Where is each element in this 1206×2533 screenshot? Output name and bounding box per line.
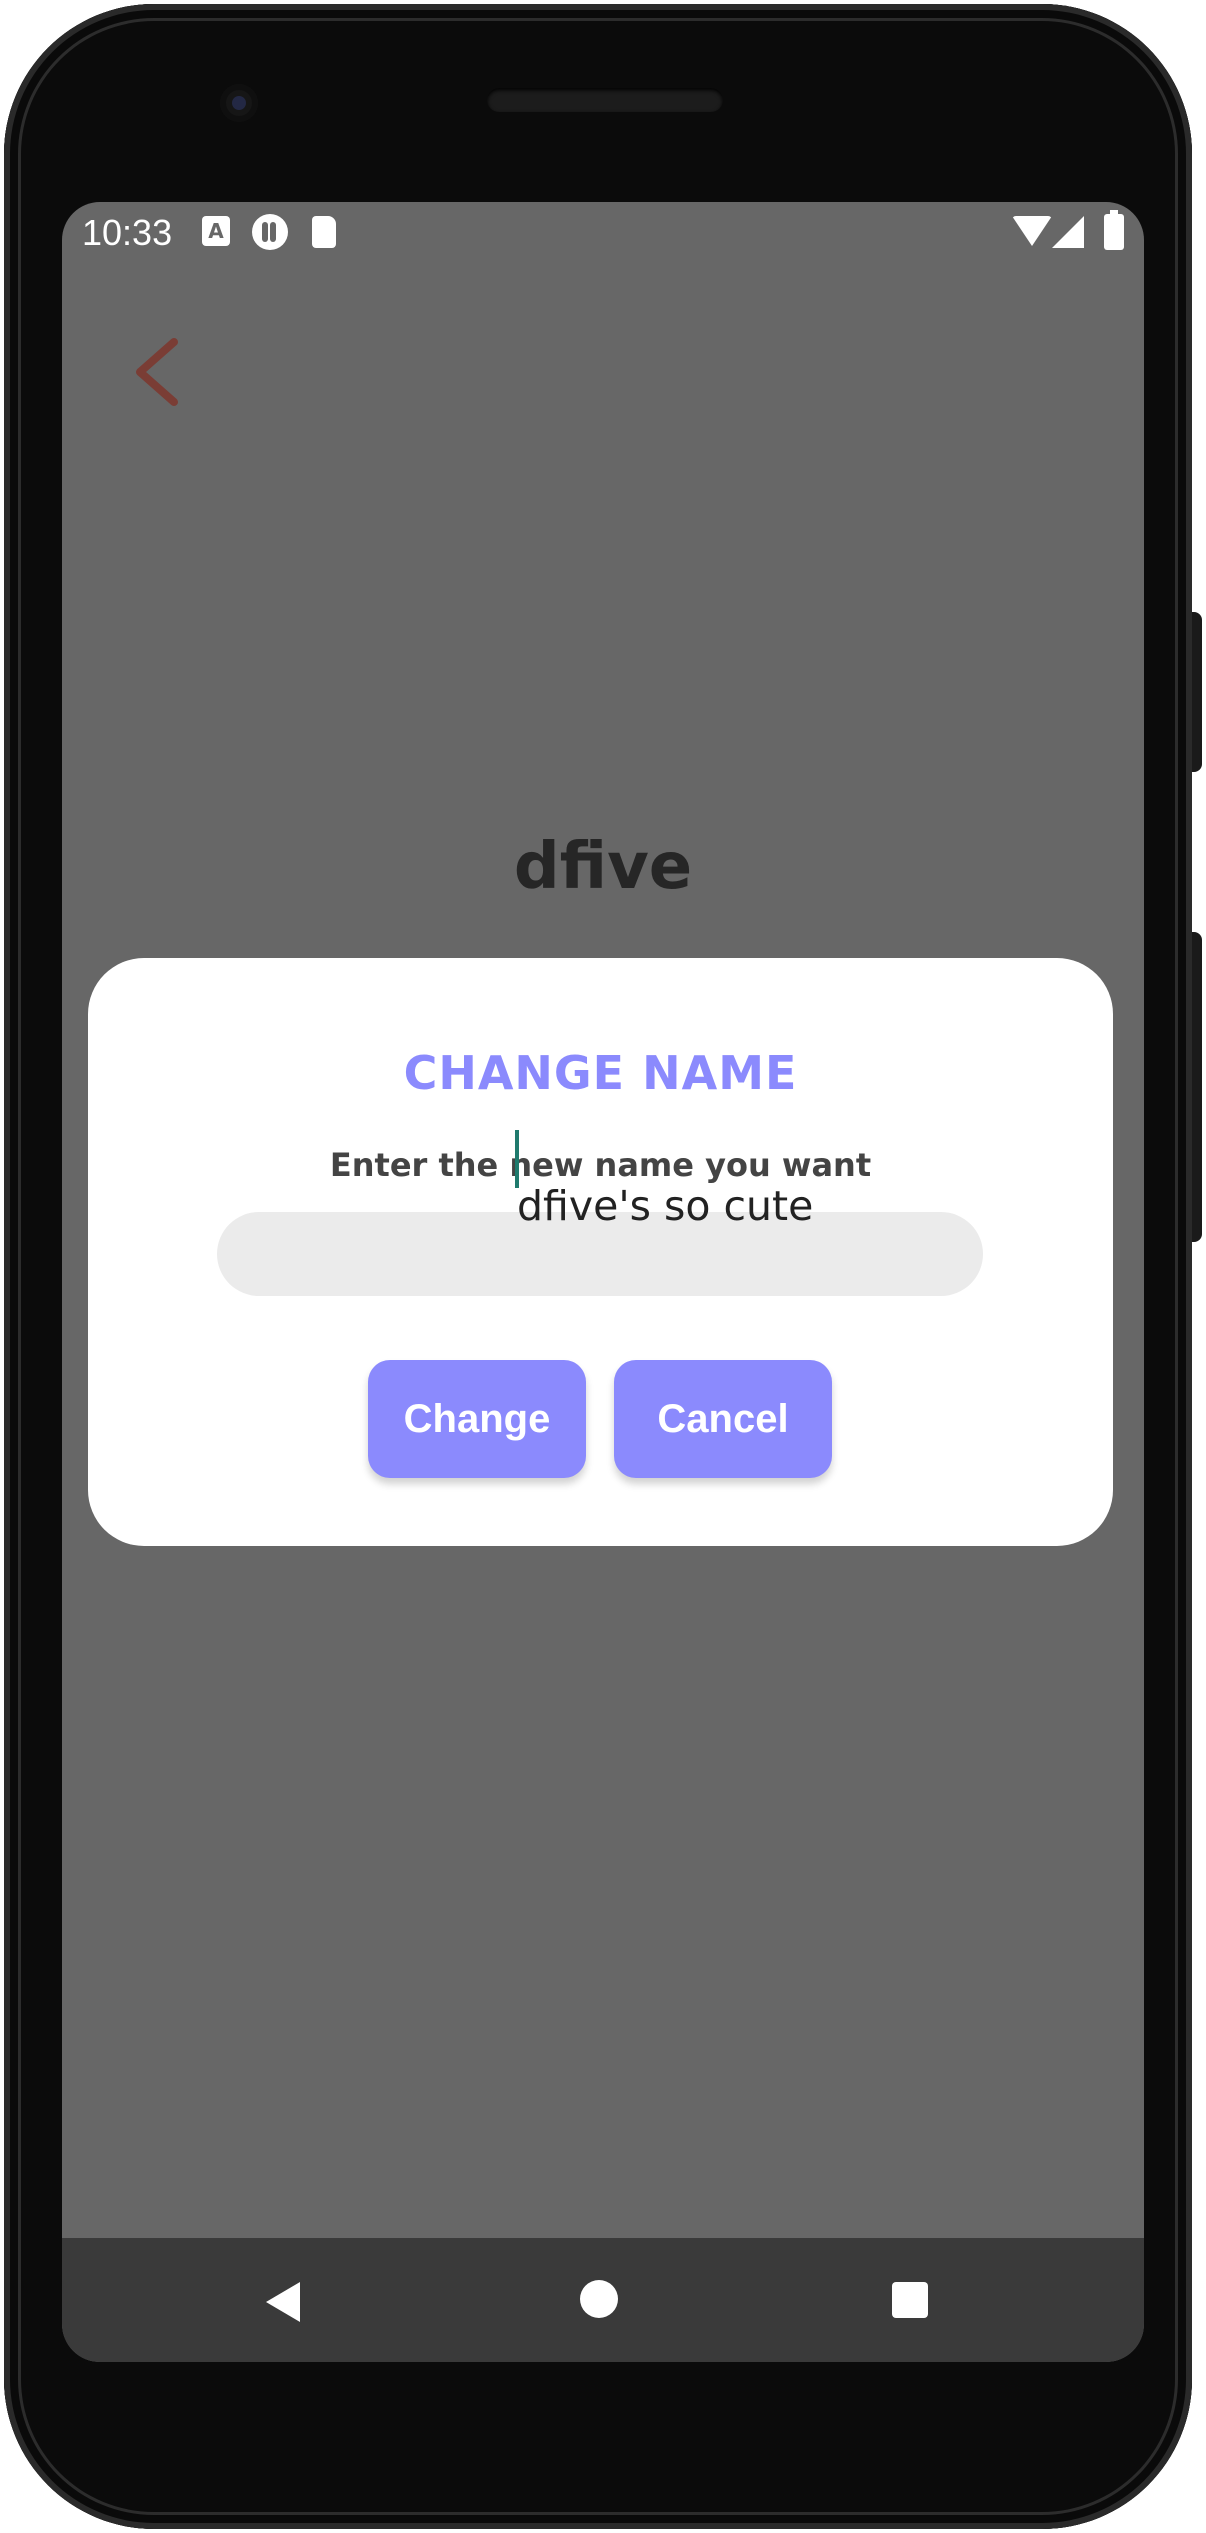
status-time: 10:33: [82, 212, 173, 253]
wifi-icon: [1012, 216, 1052, 246]
recents-square-icon[interactable]: [892, 2282, 928, 2318]
signal-icon: [1052, 216, 1084, 248]
front-camera: [220, 84, 258, 122]
power-button: [1192, 612, 1202, 772]
change-button[interactable]: Change: [368, 1360, 586, 1478]
phone-frame: 10:33 A dfive CHANGE NAME Enter the new …: [4, 4, 1202, 2529]
change-name-dialog: CHANGE NAME Enter the new name you want …: [88, 958, 1113, 1546]
screen: 10:33 A dfive CHANGE NAME Enter the new …: [62, 202, 1144, 2362]
sd-card-icon: [312, 216, 336, 248]
name-input-text: dfive's so cute: [517, 1182, 814, 1230]
r-app-icon: [252, 214, 288, 250]
name-input-value: dfive's so cute: [386, 1130, 814, 1378]
status-bar: 10:33 A: [62, 202, 1144, 264]
dialog-title: CHANGE NAME: [403, 1046, 798, 1100]
navigation-bar: [62, 2238, 1144, 2362]
chevron-left-icon[interactable]: [122, 332, 202, 412]
battery-icon: [1104, 210, 1124, 250]
home-circle-icon[interactable]: [580, 2280, 618, 2318]
name-input[interactable]: dfive's so cute: [217, 1130, 983, 1378]
earpiece-speaker: [487, 88, 723, 112]
profile-username: dfive: [513, 830, 693, 904]
text-a-icon: A: [202, 216, 230, 246]
back-triangle-icon[interactable]: [266, 2282, 300, 2322]
text-cursor: [514, 1130, 519, 1188]
cancel-button[interactable]: Cancel: [614, 1360, 832, 1478]
volume-button: [1192, 932, 1202, 1242]
